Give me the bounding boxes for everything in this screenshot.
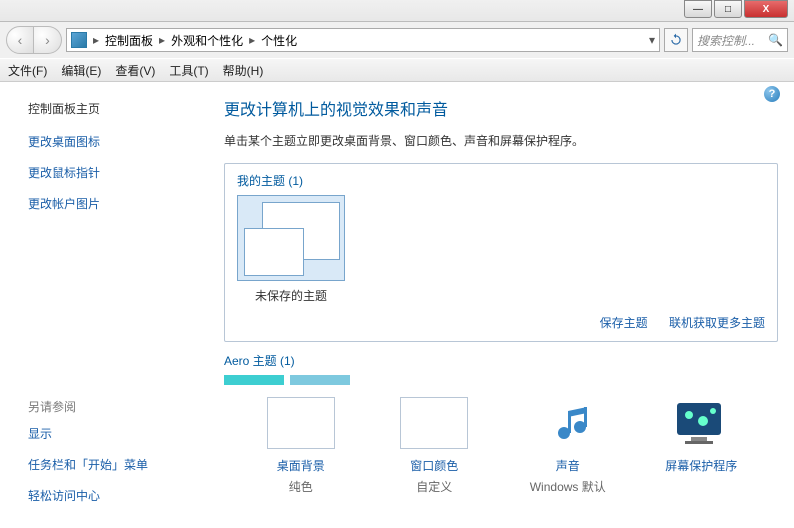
setting-desktop-background[interactable]: 桌面背景 纯色 [241, 397, 361, 495]
help-icon[interactable]: ? [764, 86, 780, 102]
control-panel-icon [71, 32, 87, 48]
back-button[interactable]: ‹ [6, 26, 34, 54]
theme-item-unsaved[interactable]: 未保存的主题 [237, 195, 345, 304]
sidebar-link-mouse-pointers[interactable]: 更改鼠标指针 [28, 164, 196, 181]
menu-help[interactable]: 帮助(H) [223, 62, 264, 79]
desktop-background-icon [267, 397, 335, 449]
maximize-button[interactable]: □ [714, 0, 742, 18]
get-more-themes-link[interactable]: 联机获取更多主题 [669, 316, 765, 330]
search-placeholder: 搜索控制... [697, 32, 755, 49]
address-dropdown-icon[interactable]: ▾ [649, 33, 655, 47]
sidebar-heading[interactable]: 控制面板主页 [28, 100, 196, 117]
menu-edit[interactable]: 编辑(E) [61, 62, 101, 79]
aero-thumb-partial[interactable] [224, 375, 284, 385]
window-color-icon [400, 397, 468, 449]
sidebar-link-account-picture[interactable]: 更改帐户图片 [28, 195, 196, 212]
search-icon: 🔍 [768, 33, 783, 47]
sidebar-seealso-taskbar[interactable]: 任务栏和「开始」菜单 [28, 456, 196, 473]
theme-thumbnail [237, 195, 345, 281]
breadcrumb-segment[interactable]: 控制面板 [105, 32, 153, 49]
breadcrumb-sep: ▸ [249, 33, 255, 47]
menu-bar: 文件(F) 编辑(E) 查看(V) 工具(T) 帮助(H) [0, 58, 794, 82]
save-theme-link[interactable]: 保存主题 [600, 316, 648, 330]
setting-value: 纯色 [241, 478, 361, 495]
page-title: 更改计算机上的视觉效果和声音 [224, 96, 778, 120]
sidebar-seealso-display[interactable]: 显示 [28, 425, 196, 442]
menu-tools[interactable]: 工具(T) [169, 62, 208, 79]
nav-buttons: ‹ › [6, 26, 62, 54]
minimize-button[interactable]: — [684, 0, 712, 18]
aero-thumb-partial[interactable] [290, 375, 350, 385]
window-titlebar: — □ X [0, 0, 794, 22]
breadcrumb-segment[interactable]: 个性化 [261, 32, 297, 49]
aero-themes-label: Aero 主题 (1) [224, 352, 778, 369]
sound-icon [534, 397, 602, 449]
forward-button[interactable]: › [34, 26, 62, 54]
setting-title: 声音 [508, 457, 628, 474]
settings-row: 桌面背景 纯色 窗口颜色 自定义 声音 Windows 默认 屏幕保护程序 [224, 387, 778, 495]
setting-window-color[interactable]: 窗口颜色 自定义 [374, 397, 494, 495]
search-box[interactable]: 搜索控制... 🔍 [692, 28, 788, 52]
my-themes-box: 我的主题 (1) 未保存的主题 保存主题 联机获取更多主题 [224, 163, 778, 342]
page-subtitle: 单击某个主题立即更改桌面背景、窗口颜色、声音和屏幕保护程序。 [224, 132, 778, 149]
sidebar: 控制面板主页 更改桌面图标 更改鼠标指针 更改帐户图片 另请参阅 显示 任务栏和… [0, 82, 210, 528]
setting-value: 自定义 [374, 478, 494, 495]
aero-themes-strip [224, 375, 778, 387]
breadcrumb-segment[interactable]: 外观和个性化 [171, 32, 243, 49]
content-area: 控制面板主页 更改桌面图标 更改鼠标指针 更改帐户图片 另请参阅 显示 任务栏和… [0, 82, 794, 528]
setting-title: 窗口颜色 [374, 457, 494, 474]
navigation-row: ‹ › ▸ 控制面板 ▸ 外观和个性化 ▸ 个性化 ▾ 搜索控制... 🔍 [0, 22, 794, 58]
setting-title: 屏幕保护程序 [641, 457, 761, 474]
refresh-icon [669, 33, 683, 47]
setting-screensaver[interactable]: 屏幕保护程序 [641, 397, 761, 495]
sidebar-link-desktop-icons[interactable]: 更改桌面图标 [28, 133, 196, 150]
menu-file[interactable]: 文件(F) [8, 62, 47, 79]
screensaver-icon [667, 397, 735, 449]
setting-value: Windows 默认 [508, 478, 628, 495]
themes-actions: 保存主题 联机获取更多主题 [237, 314, 765, 331]
sidebar-seealso-ease-of-access[interactable]: 轻松访问中心 [28, 487, 196, 504]
setting-sound[interactable]: 声音 Windows 默认 [508, 397, 628, 495]
theme-name: 未保存的主题 [237, 287, 345, 304]
address-bar[interactable]: ▸ 控制面板 ▸ 外观和个性化 ▸ 个性化 ▾ [66, 28, 660, 52]
breadcrumb-sep: ▸ [93, 33, 99, 47]
menu-view[interactable]: 查看(V) [115, 62, 155, 79]
sidebar-seealso-heading: 另请参阅 [28, 398, 196, 415]
setting-title: 桌面背景 [241, 457, 361, 474]
breadcrumb-sep: ▸ [159, 33, 165, 47]
my-themes-label: 我的主题 (1) [237, 172, 765, 189]
main-panel: ? 更改计算机上的视觉效果和声音 单击某个主题立即更改桌面背景、窗口颜色、声音和… [210, 82, 794, 528]
close-button[interactable]: X [744, 0, 788, 18]
refresh-button[interactable] [664, 28, 688, 52]
